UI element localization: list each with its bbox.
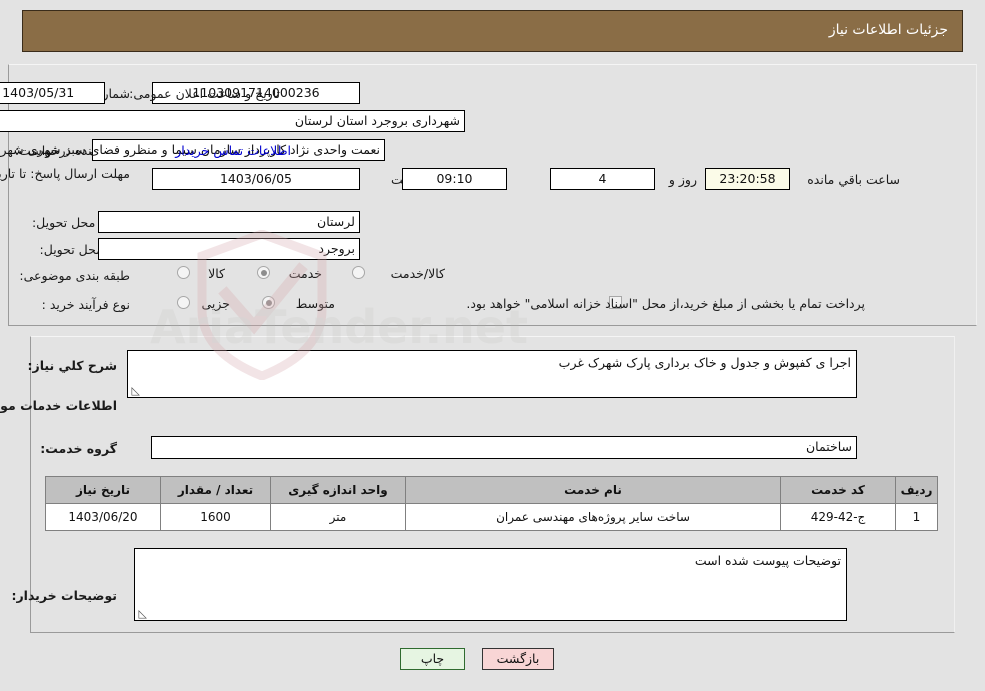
- resize-grip-icon[interactable]: ◺: [130, 385, 140, 396]
- page-root: AriaTender.net جزئیات اطلاعات نیاز شماره…: [0, 0, 985, 691]
- radio-subject-khedmat[interactable]: [257, 266, 270, 279]
- col-header-service-name: نام خدمت: [405, 476, 781, 504]
- radio-subject-kala-khedmat[interactable]: [352, 266, 365, 279]
- label-service-group: گروه خدمت:: [40, 441, 117, 456]
- label-buyer-notes: توضیحات خریدار:: [11, 588, 117, 603]
- delivery-city-field[interactable]: بروجرد: [98, 238, 360, 260]
- label-public-announce-datetime: تاریخ و ساعت اعلان عمومی:: [129, 86, 280, 101]
- treasury-note-text: پرداخت تمام یا بخشی از مبلغ خرید،از محل …: [466, 296, 865, 311]
- page-header-bar: جزئیات اطلاعات نیاز: [22, 10, 963, 52]
- col-header-quantity: تعداد / مقدار: [160, 476, 271, 504]
- deadline-hour-field[interactable]: 09:10: [402, 168, 507, 190]
- remaining-days-field[interactable]: 4: [550, 168, 655, 190]
- table-row: 1 ج-42-429 ساخت سایر پروژه‌های مهندسی عم…: [45, 503, 938, 531]
- buyer-notes-textarea[interactable]: توضیحات پیوست شده است ◺: [134, 548, 847, 621]
- delivery-province-field[interactable]: لرستان: [98, 211, 360, 233]
- public-announce-datetime-field[interactable]: 1403/05/31 - 09:05: [0, 82, 105, 104]
- back-button[interactable]: بازگشت: [482, 648, 554, 670]
- cell-radif: 1: [895, 503, 938, 531]
- service-group-field[interactable]: ساختمان: [151, 436, 857, 459]
- label-day-and: روز و: [668, 172, 697, 187]
- services-table: ردیف کد خدمت نام خدمت واحد اندازه گیری ت…: [45, 476, 938, 531]
- services-heading: اطلاعات خدمات مورد نیاز: [0, 398, 117, 413]
- resize-grip-icon-2[interactable]: ◺: [137, 608, 147, 619]
- radio-label-process-jozi[interactable]: جزیی: [201, 296, 230, 311]
- label-subject-category: طبقه بندی موضوعی:: [19, 268, 130, 283]
- radio-label-subject-khedmat[interactable]: خدمت: [289, 266, 322, 281]
- buyer-contact-link[interactable]: اطلاعات تماس خریدار: [175, 143, 291, 158]
- buyer-org-field[interactable]: شهرداری بروجرد استان لرستان: [0, 110, 465, 132]
- deadline-date-field[interactable]: 1403/06/05: [152, 168, 360, 190]
- cell-need-date: 1403/06/20: [45, 503, 161, 531]
- page-title: جزئیات اطلاعات نیاز: [828, 22, 948, 38]
- remaining-time-field: 23:20:58: [705, 168, 790, 190]
- radio-label-subject-kala[interactable]: کالا: [208, 266, 225, 281]
- col-header-service-code: کد خدمت: [780, 476, 896, 504]
- col-header-unit: واحد اندازه گیری: [270, 476, 406, 504]
- cell-unit: متر: [270, 503, 406, 531]
- cell-service-code: ج-42-429: [780, 503, 896, 531]
- col-header-radif: ردیف: [895, 476, 938, 504]
- label-hours-remaining: ساعت باقي مانده: [807, 172, 900, 187]
- table-header-row: ردیف کد خدمت نام خدمت واحد اندازه گیری ت…: [45, 476, 938, 504]
- print-button[interactable]: چاپ: [400, 648, 465, 670]
- radio-label-subject-kala-khedmat[interactable]: کالا/خدمت: [391, 266, 445, 281]
- label-need-summary: شرح کلي نیاز:: [27, 358, 117, 373]
- radio-label-process-motevaset[interactable]: متوسط: [296, 296, 335, 311]
- buyer-notes-text: توضیحات پیوست شده است: [694, 553, 841, 568]
- need-summary-text: اجرا ی کفپوش و جدول و خاک برداری پارک شه…: [558, 355, 851, 370]
- need-summary-textarea[interactable]: اجرا ی کفپوش و جدول و خاک برداری پارک شه…: [127, 350, 857, 398]
- radio-process-jozi[interactable]: [177, 296, 190, 309]
- radio-subject-kala[interactable]: [177, 266, 190, 279]
- label-purchase-process-type: نوع فرآیند خرید :: [41, 297, 130, 312]
- radio-process-motevaset[interactable]: [262, 296, 275, 309]
- label-response-deadline-text: مهلت ارسال پاسخ: تا تاریخ:: [0, 166, 130, 181]
- cell-quantity: 1600: [160, 503, 271, 531]
- cell-service-name: ساخت سایر پروژه‌های مهندسی عمران: [405, 503, 781, 531]
- col-header-need-date: تاریخ نیاز: [45, 476, 161, 504]
